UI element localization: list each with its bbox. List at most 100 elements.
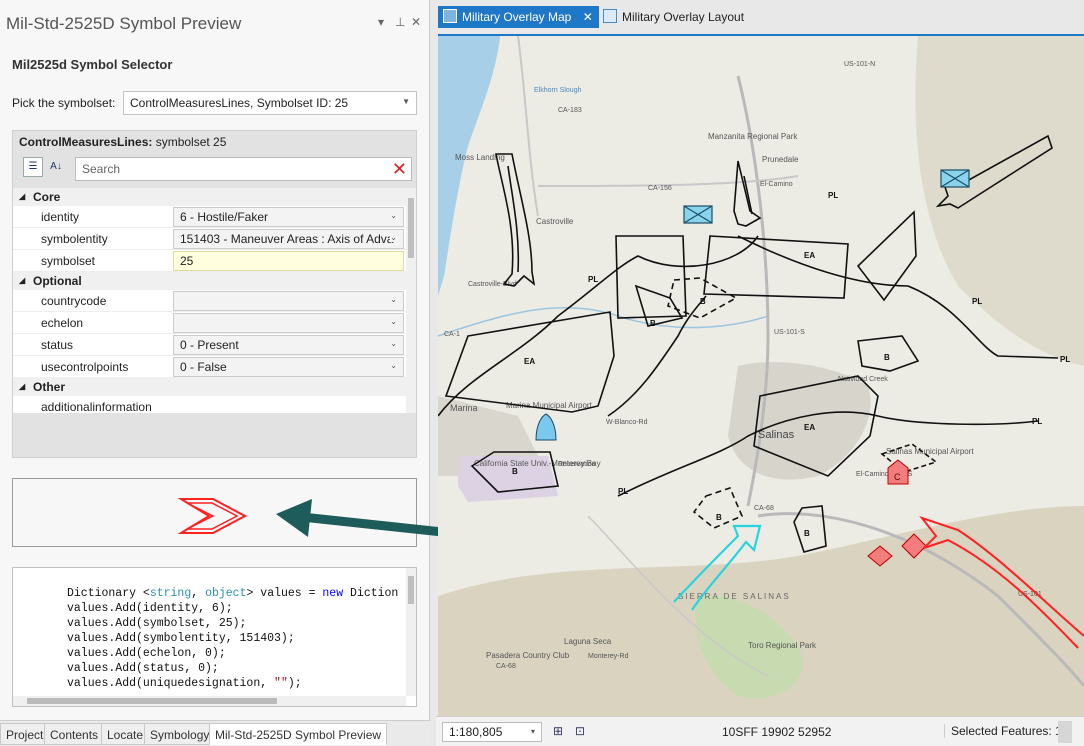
category-label: Other: [33, 380, 66, 394]
property-row-countrycode: countrycode ⌄: [13, 290, 406, 312]
code-line: values.Add(symbolentity, 151403);: [67, 632, 295, 645]
usecontrolpoints-value: 0 - False: [180, 360, 227, 374]
collapse-triangle-icon[interactable]: ◢: [19, 378, 25, 396]
chevron-down-icon: ▼: [402, 97, 410, 106]
map-symbol-pl: PL: [588, 275, 598, 284]
property-row-echelon: echelon ⌄: [13, 312, 406, 334]
tab-military-overlay-map[interactable]: Military Overlay Map ✕: [438, 6, 599, 28]
tab-locate[interactable]: Locate: [101, 723, 150, 745]
categorized-view-icon[interactable]: ☰: [23, 157, 43, 177]
symbolset-dropdown[interactable]: ControlMeasuresLines, Symbolset ID: 25 ▼: [123, 91, 417, 115]
symbolentity-dropdown[interactable]: 151403 - Maneuver Areas : Axis of Adva ⌄: [173, 229, 404, 249]
map-symbol-c: C: [894, 472, 901, 482]
status-dropdown[interactable]: 0 - Present ⌄: [173, 335, 404, 355]
symbolset-dropdown-value: ControlMeasuresLines, Symbolset ID: 25: [130, 96, 349, 110]
pin-icon[interactable]: ⊥: [395, 15, 405, 29]
property-grid-scrollbar[interactable]: [406, 188, 416, 413]
tab-contents[interactable]: Contents: [44, 723, 105, 745]
map-icon: [443, 9, 457, 23]
collapse-triangle-icon[interactable]: ◢: [19, 188, 25, 206]
echelon-dropdown[interactable]: ⌄: [173, 313, 404, 333]
code-token: object: [205, 587, 247, 600]
map-label-reservation: Reservation: [558, 461, 595, 468]
tab-symbology[interactable]: Symbology: [144, 723, 216, 745]
property-grid-body: ◢ Core identity 6 - Hostile/Faker ⌄ symb…: [13, 188, 406, 413]
map-label-monterey-rd: Monterey-Rd: [588, 653, 629, 660]
pick-symbolset-label: Pick the symbolset:: [12, 96, 116, 110]
pane-titlebar: Mil-Std-2525D Symbol Preview ▾ ⊥ ✕: [0, 0, 430, 40]
property-search-input[interactable]: Search ✕: [75, 157, 412, 181]
map-symbol-pl: PL: [1060, 355, 1070, 364]
usecontrolpoints-dropdown[interactable]: 0 - False ⌄: [173, 357, 404, 377]
category-label: Core: [33, 190, 61, 204]
close-icon[interactable]: ✕: [583, 10, 593, 24]
scale-dropdown[interactable]: 1:180,805 ▾: [442, 722, 542, 742]
sort-alphabetical-icon[interactable]: A↓: [46, 157, 66, 177]
pane-options-icon[interactable]: ▾: [378, 15, 384, 29]
code-horizontal-scrollbar[interactable]: [13, 696, 406, 706]
code-token: Dictionary <: [67, 587, 150, 600]
countrycode-dropdown[interactable]: ⌄: [173, 291, 404, 311]
map-label-us101s: US-101-S: [774, 329, 805, 336]
category-core[interactable]: ◢ Core: [13, 188, 406, 206]
selector-heading: Mil2525d Symbol Selector: [12, 57, 173, 72]
map-label-blanco-rd: W-Blanco-Rd: [606, 419, 648, 426]
code-vertical-scrollbar[interactable]: [406, 568, 416, 696]
tab-label: Military Overlay Layout: [622, 10, 745, 24]
additionalinformation-field[interactable]: [173, 397, 404, 413]
map-label-ca156: CA-156: [648, 185, 672, 192]
symbolset-field[interactable]: 25: [173, 251, 404, 271]
identity-dropdown[interactable]: 6 - Hostile/Faker ⌄: [173, 207, 404, 227]
selected-features-count[interactable]: Selected Features: 1: [944, 724, 1062, 738]
scrollbar-thumb[interactable]: [408, 576, 414, 604]
map-symbol-b: B: [716, 513, 722, 522]
code-token: new: [322, 587, 344, 600]
category-optional[interactable]: ◢ Optional: [13, 272, 406, 290]
property-name: countrycode: [41, 294, 107, 308]
scrollbar-thumb[interactable]: [27, 698, 277, 704]
code-token: > values =: [246, 587, 323, 600]
symbol-preview: [12, 478, 417, 547]
code-token: );: [287, 677, 302, 690]
code-snippet[interactable]: Dictionary <string, object> values = new…: [12, 567, 417, 707]
scrollbar-thumb[interactable]: [408, 198, 414, 258]
map-label-salinas: Salinas: [758, 429, 795, 441]
map-view[interactable]: Moss Landing Castroville Prunedale Manza…: [438, 34, 1084, 716]
code-token: "": [274, 677, 288, 690]
map-symbol-pl: PL: [828, 191, 838, 200]
snapping-icon[interactable]: ⊡: [572, 724, 588, 740]
map-canvas[interactable]: Moss Landing Castroville Prunedale Manza…: [438, 36, 1084, 716]
tab-symbol-preview[interactable]: Mil-Std-2525D Symbol Preview: [209, 723, 388, 745]
tab-military-overlay-layout[interactable]: Military Overlay Layout: [598, 6, 750, 28]
fixed-zoom-icon[interactable]: ⊞: [550, 724, 566, 740]
pane-title: Mil-Std-2525D Symbol Preview: [6, 14, 242, 33]
status-scrollbar[interactable]: [1058, 721, 1072, 743]
close-icon[interactable]: ✕: [411, 15, 421, 29]
chevron-down-icon: ⌄: [390, 361, 397, 370]
map-symbol-pl: PL: [972, 297, 982, 306]
code-token: values.Add(uniquedesignation,: [67, 677, 275, 690]
property-row-additionalinformation: additionalinformation: [13, 396, 406, 413]
map-symbol-b: B: [804, 529, 810, 538]
property-name: symbolset: [41, 254, 96, 268]
map-symbol-ea: EA: [804, 251, 815, 260]
chevron-down-icon: ▾: [530, 727, 535, 736]
property-name: echelon: [41, 316, 84, 330]
code-line: values.Add(identity, 6);: [67, 602, 233, 615]
map-label-toro: Toro Regional Park: [748, 641, 817, 650]
collapse-triangle-icon[interactable]: ◢: [19, 272, 25, 290]
map-label-el-camino-n: El-Camino: [760, 181, 793, 188]
map-symbol-ea: EA: [524, 357, 535, 366]
tab-project[interactable]: Project: [0, 723, 50, 745]
category-other[interactable]: ◢ Other: [13, 378, 406, 396]
chevron-down-icon: ⌄: [390, 211, 397, 220]
status-value: 0 - Present: [180, 338, 239, 352]
property-row-symbolentity: symbolentity 151403 - Maneuver Areas : A…: [13, 228, 406, 250]
property-search-placeholder: Search: [82, 162, 121, 176]
map-symbol-pl: PL: [618, 487, 628, 496]
clear-search-icon[interactable]: ✕: [392, 159, 407, 179]
tab-label: Military Overlay Map: [462, 10, 572, 24]
property-name: symbolentity: [41, 232, 108, 246]
property-grid-subtitle: symbolset 25: [155, 135, 227, 149]
map-symbol-b: B: [700, 297, 706, 306]
